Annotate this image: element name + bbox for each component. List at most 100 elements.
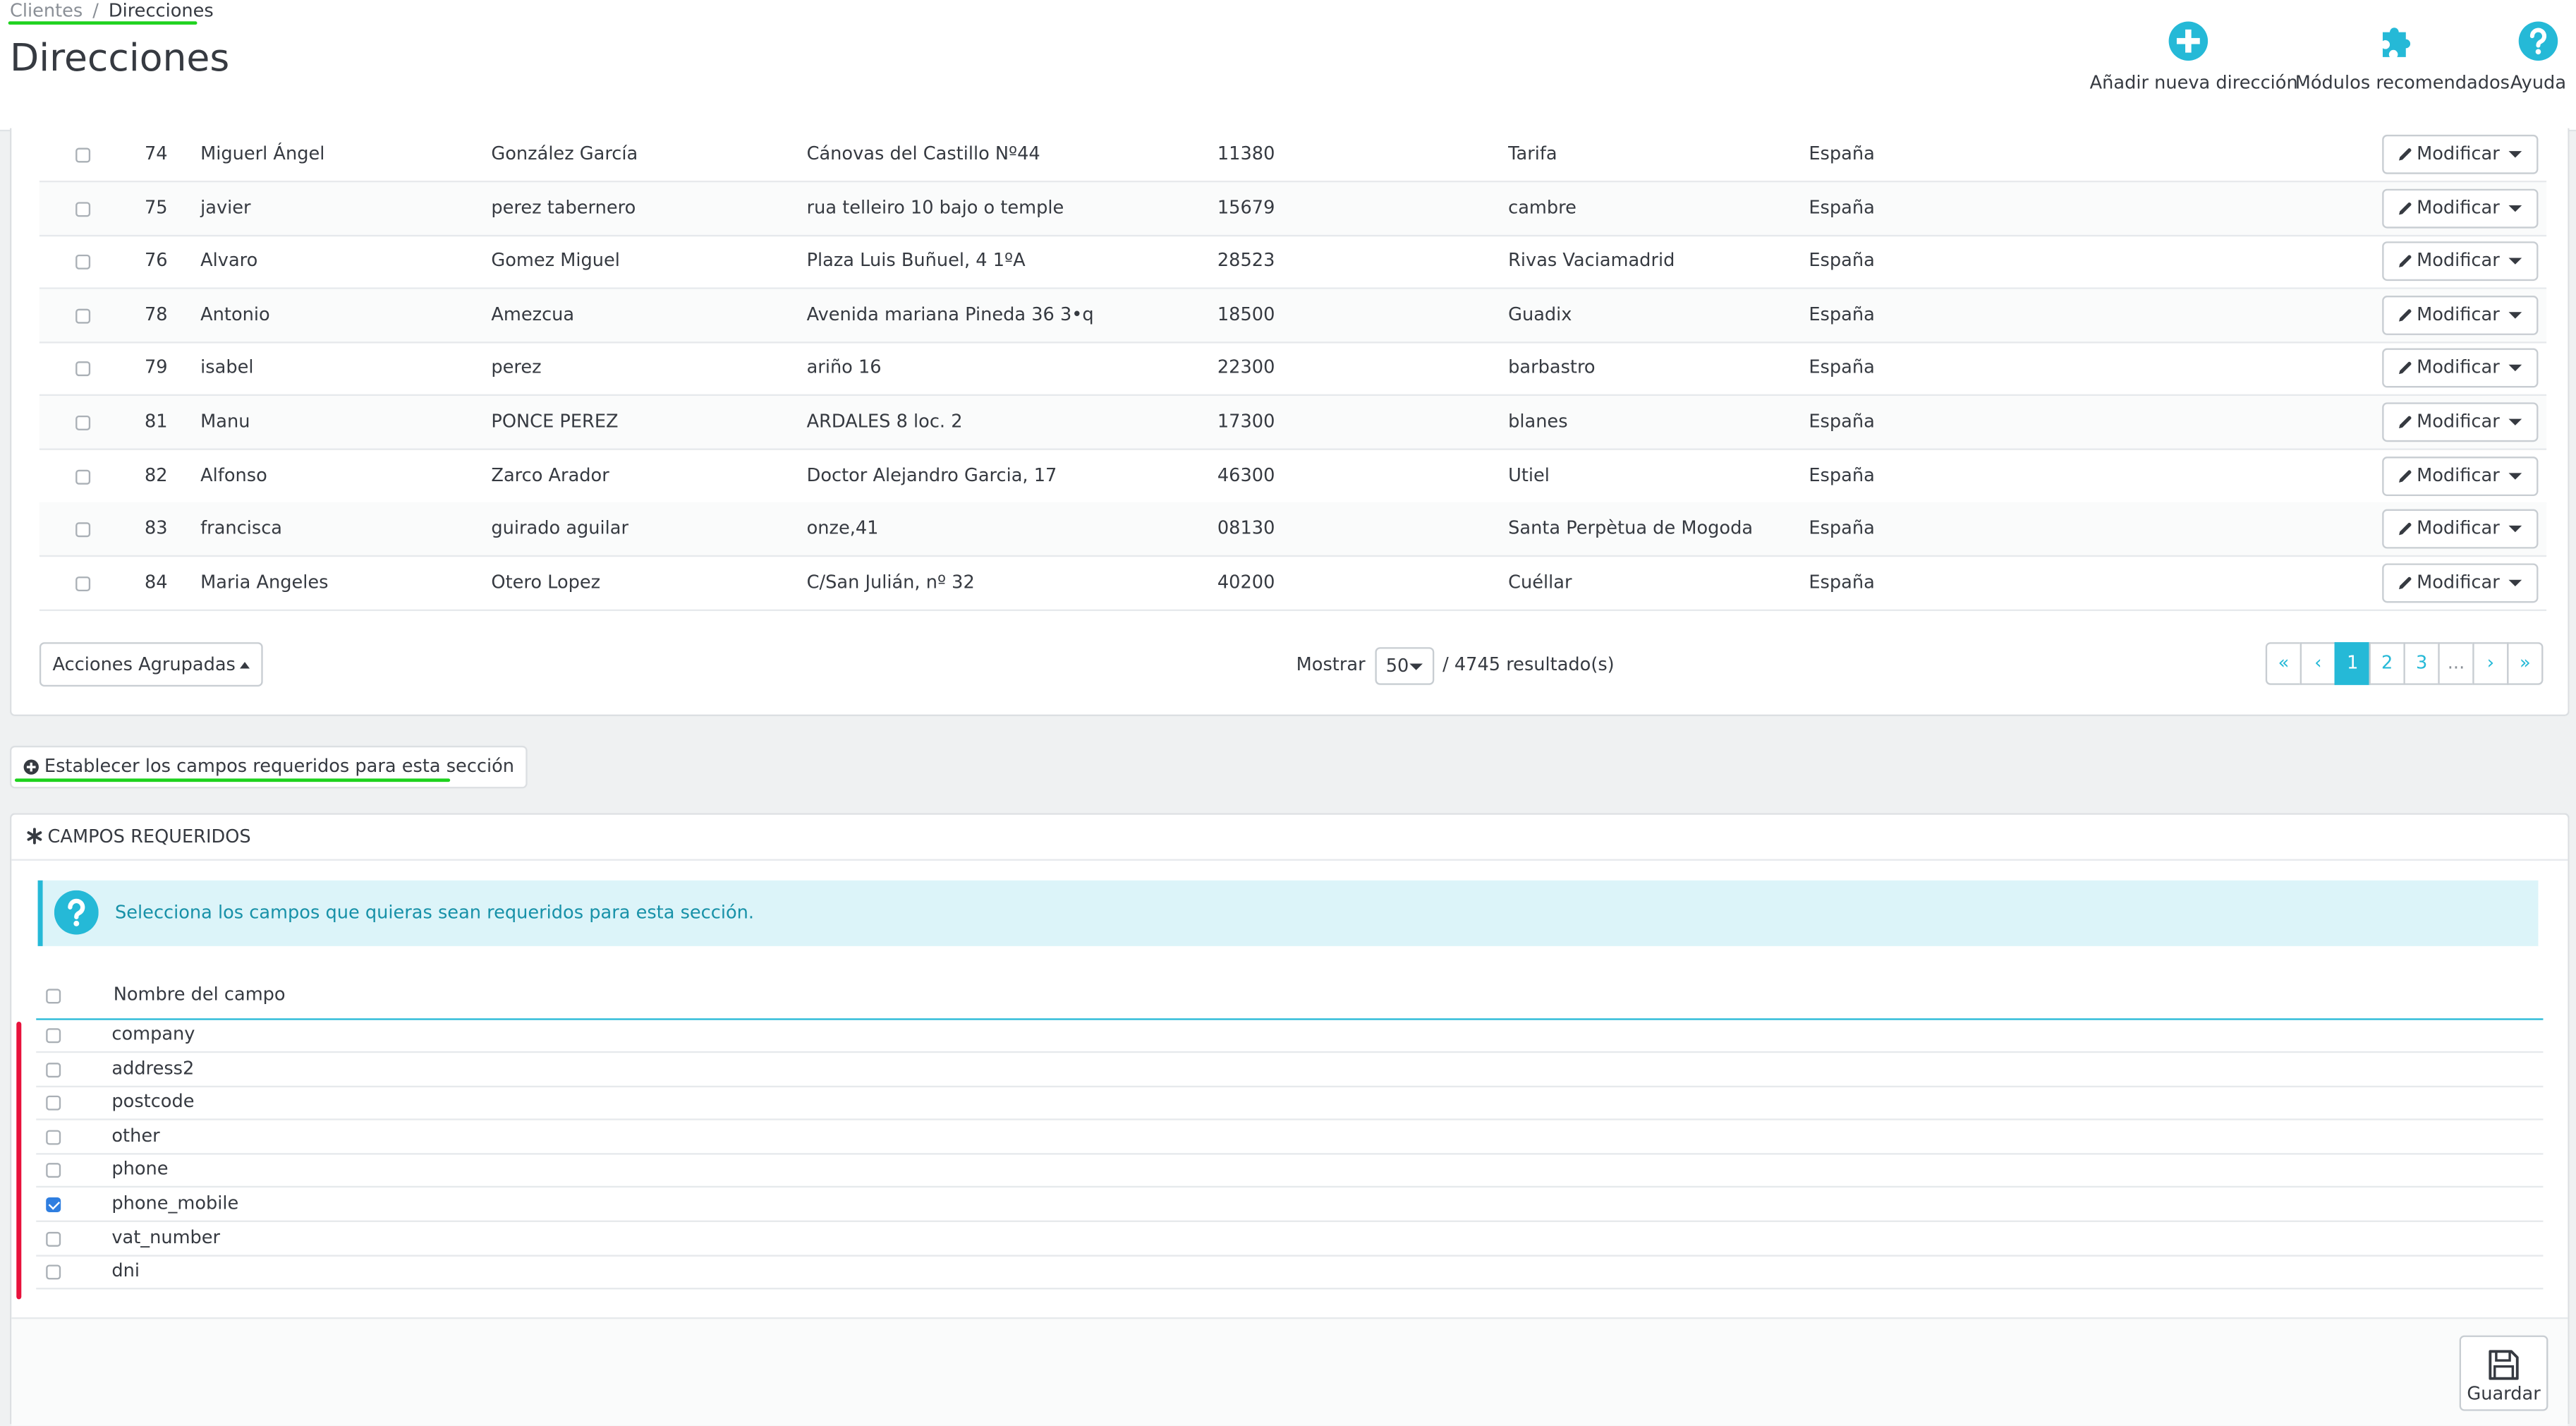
pagination-item[interactable]: › — [2472, 642, 2509, 685]
pagination-item[interactable]: 3 — [2403, 642, 2440, 685]
row-checkbox[interactable] — [75, 201, 91, 217]
table-row: 74 Miguerl Ángel González García Cánovas de… — [39, 128, 2547, 183]
pagination-item[interactable]: 1 — [2334, 642, 2371, 685]
row-actions-dropdown[interactable] — [2496, 564, 2536, 600]
field-checkbox[interactable] — [46, 1062, 61, 1077]
pagination-item[interactable]: ‹ — [2299, 642, 2336, 685]
pagination-item[interactable]: ... — [2438, 642, 2474, 685]
row-checkbox[interactable] — [75, 362, 91, 377]
address-city: cambre — [1508, 196, 1576, 218]
row-checkbox[interactable] — [75, 147, 91, 163]
row-checkbox[interactable] — [75, 255, 91, 270]
info-text: Selecciona los campos que quieras sean r… — [115, 902, 755, 924]
row-actions-dropdown[interactable] — [2496, 404, 2536, 440]
address-id: 84 — [144, 571, 168, 593]
pagination-item[interactable]: 2 — [2369, 642, 2405, 685]
pagination: «‹ 1 2 3... ›» — [2265, 642, 2544, 685]
pagination-item[interactable]: « — [2265, 642, 2302, 685]
address-id: 79 — [144, 357, 168, 379]
modify-button[interactable]: Modificar — [2384, 564, 2500, 600]
page-header: Clientes / Direcciones Direcciones Añadir … — [0, 0, 2576, 132]
field-checkbox[interactable] — [46, 1096, 61, 1111]
modify-button[interactable]: Modificar — [2384, 136, 2500, 172]
field-checkbox[interactable] — [46, 1130, 61, 1145]
pagination-item[interactable]: » — [2507, 642, 2544, 685]
field-row: phone — [36, 1154, 2544, 1188]
add-address-button[interactable]: Añadir nueva dirección — [2090, 20, 2298, 94]
row-actions-dropdown[interactable] — [2496, 136, 2536, 172]
modify-label: Modificar — [2417, 571, 2500, 593]
help-button[interactable]: Ayuda — [2507, 20, 2570, 94]
address-country: España — [1809, 410, 1875, 433]
field-checkbox[interactable] — [46, 1197, 61, 1212]
modify-label: Modificar — [2417, 196, 2500, 218]
plus-circle-icon — [23, 759, 39, 775]
table-row: 78 Antonio Amezcua Avenida mariana Pineda 3… — [39, 289, 2547, 344]
field-name: phone — [111, 1159, 169, 1180]
row-checkbox[interactable] — [75, 522, 91, 538]
modify-button[interactable]: Modificar — [2384, 243, 2500, 279]
address-lastname: González García — [491, 143, 638, 164]
question-circle-icon — [2518, 21, 2558, 61]
modify-label: Modificar — [2417, 143, 2500, 164]
per-page-select[interactable]: 50 — [1374, 646, 1434, 684]
row-checkbox[interactable] — [75, 469, 91, 484]
row-actions-dropdown[interactable] — [2496, 458, 2536, 494]
field-checkbox[interactable] — [46, 1231, 61, 1246]
address-id: 78 — [144, 303, 168, 325]
set-required-fields-button[interactable]: Establecer los campos requeridos para es… — [9, 745, 528, 789]
bulk-actions-button[interactable]: Acciones Agrupadas — [39, 642, 264, 687]
address-lastname: Amezcua — [491, 303, 575, 325]
field-row: vat_number — [36, 1221, 2544, 1256]
select-all-checkbox[interactable] — [46, 989, 61, 1004]
address-country: España — [1809, 196, 1875, 218]
puzzle-icon — [2382, 28, 2411, 57]
asterisk-icon — [27, 828, 42, 845]
field-row: company — [36, 1018, 2544, 1053]
modify-button[interactable]: Modificar — [2384, 351, 2500, 387]
row-actions: Modificar — [2382, 509, 2539, 549]
row-actions-dropdown[interactable] — [2496, 243, 2536, 279]
modify-button[interactable]: Modificar — [2384, 458, 2500, 494]
row-checkbox[interactable] — [75, 576, 91, 591]
required-fields-highlight — [16, 1021, 22, 1300]
breadcrumb-parent-link[interactable]: Clientes — [10, 0, 83, 21]
table-row: 84 Maria Angeles Otero Lopez C/San Julián, … — [39, 557, 2547, 611]
save-button[interactable]: Guardar — [2459, 1335, 2548, 1411]
table-row: 82 Alfonso Zarco Arador Doctor Alejandro Ga… — [39, 449, 2547, 504]
address-street: Cánovas del Castillo Nº44 — [806, 143, 1040, 164]
address-postcode: 28523 — [1217, 250, 1275, 272]
field-checkbox[interactable] — [46, 1028, 61, 1044]
row-actions-dropdown[interactable] — [2496, 351, 2536, 387]
question-circle-icon — [54, 890, 99, 935]
address-lastname: PONCE PEREZ — [491, 410, 619, 433]
row-actions-dropdown[interactable] — [2496, 511, 2536, 547]
address-city: Rivas Vaciamadrid — [1508, 250, 1675, 272]
pencil-icon — [2399, 148, 2412, 161]
fields-table-header: Nombre del campo — [36, 979, 2544, 1020]
field-checkbox[interactable] — [46, 1264, 61, 1280]
modify-button[interactable]: Modificar — [2384, 190, 2500, 226]
address-firstname: Maria Angeles — [200, 571, 329, 593]
row-actions: Modificar — [2382, 562, 2539, 603]
table-row: 79 isabel perez ariño 16 22300 barbastro Españ… — [39, 342, 2547, 397]
required-fields-footer: Guardar — [11, 1317, 2568, 1426]
row-actions-dropdown[interactable] — [2496, 297, 2536, 333]
address-city: Santa Perpètua de Mogoda — [1508, 517, 1754, 539]
row-checkbox[interactable] — [75, 308, 91, 324]
address-country: España — [1809, 250, 1875, 272]
page-canvas: Clientes / Direcciones Direcciones Añadir … — [0, 0, 2576, 1426]
recommended-modules-button[interactable]: Módulos recomendados — [2295, 20, 2510, 94]
modify-button[interactable]: Modificar — [2384, 404, 2500, 440]
address-lastname: guirado aguilar — [491, 517, 629, 539]
row-actions-dropdown[interactable] — [2496, 190, 2536, 226]
address-country: España — [1809, 303, 1875, 325]
modify-button[interactable]: Modificar — [2384, 297, 2500, 333]
modify-label: Modificar — [2417, 464, 2500, 486]
row-checkbox[interactable] — [75, 415, 91, 430]
address-postcode: 15679 — [1217, 196, 1275, 218]
field-name-column-header: Nombre del campo — [113, 984, 286, 1005]
field-name: dni — [111, 1259, 140, 1282]
modify-button[interactable]: Modificar — [2384, 511, 2500, 547]
field-checkbox[interactable] — [46, 1164, 61, 1179]
